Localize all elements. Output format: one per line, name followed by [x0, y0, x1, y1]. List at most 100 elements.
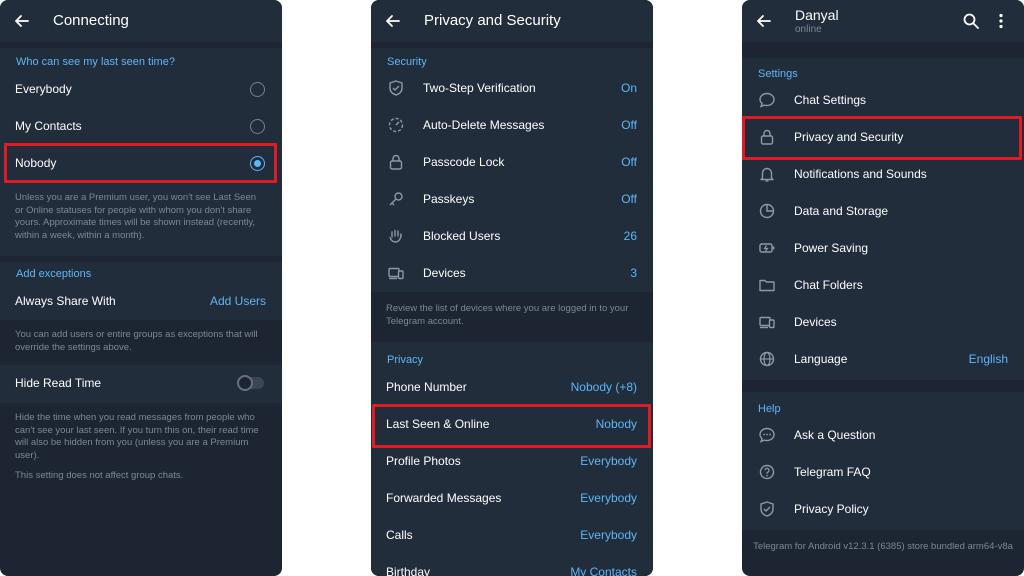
group-chats-note: This setting does not affect group chats…	[15, 470, 184, 481]
radio-button[interactable]	[250, 119, 265, 134]
auto-delete-row[interactable]: Auto-Delete Messages Off	[371, 107, 653, 144]
row-label: Notifications and Sounds	[794, 167, 927, 181]
back-arrow-icon[interactable]	[383, 11, 403, 31]
telegram-faq-row[interactable]: Telegram FAQ	[742, 454, 1024, 491]
option-label: Everybody	[15, 82, 72, 96]
key-icon	[387, 190, 405, 208]
notifications-row[interactable]: Notifications and Sounds	[742, 156, 1024, 193]
shield-check-icon	[758, 500, 776, 518]
row-label: Chat Settings	[794, 93, 867, 107]
hide-read-time-row[interactable]: Hide Read Time	[0, 365, 282, 402]
option-label: My Contacts	[15, 119, 82, 133]
chat-settings-row[interactable]: Chat Settings	[742, 82, 1024, 119]
row-value: Everybody	[580, 528, 637, 542]
row-label: Ask a Question	[794, 428, 876, 442]
page-title: Privacy and Security	[424, 12, 561, 29]
section-header: Privacy	[387, 354, 424, 366]
row-label: Power Saving	[794, 241, 869, 255]
section-header: Add exceptions	[16, 268, 92, 280]
toggle-knob	[237, 375, 253, 391]
devices-icon	[758, 313, 776, 331]
question-circle-icon	[758, 463, 776, 481]
premium-note: Unless you are a Premium user, you won't…	[15, 192, 257, 241]
row-value: On	[620, 81, 637, 95]
devices-row[interactable]: Devices 3	[371, 255, 653, 292]
lock-icon	[387, 153, 405, 171]
highlight-box-nobody	[4, 143, 277, 183]
row-label: Forwarded Messages	[386, 491, 502, 505]
row-label: Chat Folders	[794, 278, 863, 292]
globe-icon	[758, 350, 776, 368]
privacy-policy-row[interactable]: Privacy Policy	[742, 491, 1024, 528]
row-value: Nobody (+8)	[570, 380, 637, 394]
version-footer: Telegram for Android v12.3.1 (6385) stor…	[753, 541, 1013, 552]
row-label: Devices	[794, 315, 837, 329]
birthday-row[interactable]: Birthday My Contacts	[371, 554, 653, 576]
data-storage-row[interactable]: Data and Storage	[742, 193, 1024, 230]
profile-name: Danyal	[795, 7, 839, 23]
pie-chart-icon	[758, 202, 776, 220]
bell-icon	[758, 165, 776, 183]
row-label: Data and Storage	[794, 204, 889, 218]
row-label: Two-Step Verification	[423, 81, 536, 95]
passcode-lock-row[interactable]: Passcode Lock Off	[371, 144, 653, 181]
row-label: Devices	[423, 266, 466, 280]
row-label: Language	[794, 352, 848, 366]
calls-row[interactable]: Calls Everybody	[371, 517, 653, 554]
top-bar: Connecting	[0, 0, 282, 42]
privacy-section: Privacy Phone Number Nobody (+8) Last Se…	[371, 342, 653, 576]
add-users-link[interactable]: Add Users	[210, 294, 266, 308]
always-share-with-row[interactable]: Always Share With Add Users	[0, 283, 282, 320]
row-label: Calls	[386, 528, 413, 542]
devices-note: Review the list of devices where you are…	[386, 303, 629, 327]
hide-read-time-toggle[interactable]	[237, 375, 264, 391]
top-bar: Privacy and Security	[371, 0, 653, 42]
row-label: Privacy Policy	[794, 502, 869, 516]
option-everybody[interactable]: Everybody	[0, 71, 282, 108]
row-value: English	[968, 352, 1008, 366]
row-value: 26	[623, 229, 637, 243]
timer-icon	[387, 116, 405, 134]
two-step-verification-row[interactable]: Two-Step Verification On	[371, 70, 653, 107]
online-status: online	[795, 24, 822, 35]
read-time-note: Hide the time when you read messages fro…	[15, 412, 259, 461]
folder-icon	[758, 276, 776, 294]
section-header: Who can see my last seen time?	[16, 56, 175, 68]
passkeys-row[interactable]: Passkeys Off	[371, 181, 653, 218]
radio-button[interactable]	[250, 82, 265, 97]
security-section: Security Two-Step Verification On Auto-D…	[371, 48, 653, 292]
row-value: Off	[621, 192, 637, 206]
row-value: Everybody	[580, 454, 637, 468]
back-arrow-icon[interactable]	[754, 11, 774, 31]
row-label: Profile Photos	[386, 454, 461, 468]
forwarded-messages-row[interactable]: Forwarded Messages Everybody	[371, 480, 653, 517]
search-icon[interactable]	[962, 12, 980, 30]
chat-folders-row[interactable]: Chat Folders	[742, 267, 1024, 304]
blocked-users-row[interactable]: Blocked Users 26	[371, 218, 653, 255]
option-my-contacts[interactable]: My Contacts	[0, 108, 282, 145]
row-label: Auto-Delete Messages	[423, 118, 545, 132]
settings-panel: Danyal online Settings Chat Settings Pri…	[742, 0, 1024, 576]
more-vertical-icon[interactable]	[998, 12, 1004, 30]
help-section: Help Ask a Question Telegram FAQ Privacy…	[742, 392, 1024, 530]
language-row[interactable]: Language English	[742, 341, 1024, 378]
row-label: Telegram FAQ	[794, 465, 871, 479]
row-label: Blocked Users	[423, 229, 501, 243]
ask-question-row[interactable]: Ask a Question	[742, 417, 1024, 454]
power-saving-row[interactable]: Power Saving	[742, 230, 1024, 267]
back-arrow-icon[interactable]	[12, 11, 32, 31]
row-label: Passkeys	[423, 192, 475, 206]
highlight-box-privacy	[742, 116, 1022, 160]
top-bar: Danyal online	[742, 0, 1024, 42]
chat-bubble-icon	[758, 91, 776, 109]
devices-row[interactable]: Devices	[742, 304, 1024, 341]
row-label: Phone Number	[386, 380, 467, 394]
page-title: Connecting	[53, 12, 129, 29]
exceptions-note: You can add users or entire groups as ex…	[15, 329, 258, 353]
row-value: My Contacts	[570, 565, 637, 576]
row-value: Off	[621, 155, 637, 169]
phone-number-row[interactable]: Phone Number Nobody (+8)	[371, 369, 653, 406]
profile-photos-row[interactable]: Profile Photos Everybody	[371, 443, 653, 480]
hand-icon	[387, 227, 405, 245]
section-header: Security	[387, 56, 427, 68]
